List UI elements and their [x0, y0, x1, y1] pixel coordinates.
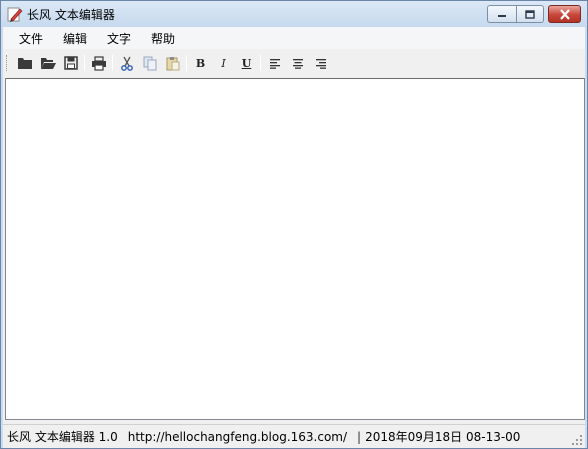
paste-button[interactable] — [161, 52, 184, 74]
underline-button[interactable]: U — [235, 52, 258, 74]
save-button[interactable] — [59, 52, 82, 74]
title-bar[interactable]: 长风 文本编辑器 — [1, 1, 587, 27]
new-folder-icon — [17, 58, 32, 69]
align-center-icon — [292, 58, 303, 69]
status-bar: 长风 文本编辑器 1.0 http://hellochangfeng.blog.… — [3, 424, 585, 448]
menu-file[interactable]: 文件 — [9, 28, 53, 49]
print-icon — [91, 55, 106, 71]
maximize-icon — [525, 9, 535, 19]
toolbar-separator — [112, 55, 113, 71]
cut-button[interactable] — [115, 52, 138, 74]
toolbar-separator — [260, 55, 261, 71]
align-left-icon — [269, 58, 280, 69]
status-separator: | — [357, 429, 362, 444]
toolbar: B I U — [3, 51, 585, 75]
open-button[interactable] — [36, 52, 59, 74]
print-button[interactable] — [87, 52, 110, 74]
copy-icon — [143, 56, 156, 70]
italic-button[interactable]: I — [212, 52, 235, 74]
menu-edit[interactable]: 编辑 — [53, 28, 97, 49]
align-left-button[interactable] — [263, 52, 286, 74]
status-app-name: 长风 文本编辑器 1.0 — [7, 430, 118, 444]
bold-button[interactable]: B — [189, 52, 212, 74]
align-right-button[interactable] — [309, 52, 332, 74]
text-editor-area[interactable] — [5, 78, 585, 420]
copy-button[interactable] — [138, 52, 161, 74]
new-button[interactable] — [13, 52, 36, 74]
align-center-button[interactable] — [286, 52, 309, 74]
underline-icon: U — [241, 56, 252, 70]
toolbar-grip[interactable] — [6, 55, 9, 71]
cut-icon — [120, 56, 133, 71]
menu-bar: 文件 编辑 文字 帮助 — [3, 27, 585, 49]
app-window: 长风 文本编辑器 文件 编辑 文字 帮助 B I U 长风 文本编辑器 1.0 … — [0, 0, 588, 449]
client-area: 文件 编辑 文字 帮助 B I U 长风 文本编辑器 1.0 http://he… — [3, 27, 585, 448]
open-folder-icon — [40, 58, 56, 69]
window-title: 长风 文本编辑器 — [27, 8, 115, 22]
size-grip-icon[interactable] — [571, 434, 583, 446]
toolbar-separator — [84, 55, 85, 71]
menu-help[interactable]: 帮助 — [141, 28, 185, 49]
maximize-button[interactable] — [516, 5, 544, 23]
bold-icon: B — [195, 56, 206, 70]
save-icon — [63, 56, 78, 70]
menu-text[interactable]: 文字 — [97, 28, 141, 49]
align-right-icon — [315, 58, 326, 69]
minimize-icon — [498, 15, 506, 17]
toolbar-separator — [186, 55, 187, 71]
minimize-button[interactable] — [487, 5, 516, 23]
italic-icon: I — [221, 56, 226, 70]
close-icon — [559, 8, 570, 20]
paste-icon — [166, 56, 179, 70]
app-pen-icon — [7, 6, 23, 22]
status-datetime: 2018年09月18日 08-13-00 — [365, 430, 521, 444]
status-url: http://hellochangfeng.blog.163.com/ — [127, 429, 348, 444]
close-button[interactable] — [548, 5, 581, 23]
